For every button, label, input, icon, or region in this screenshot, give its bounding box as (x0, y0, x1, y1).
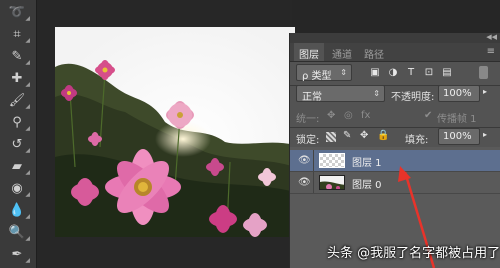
panel-tabs: 图层 通道 路径 ≡ (290, 43, 500, 62)
eyedropper-tool-icon[interactable]: ✎ ◢ (7, 46, 30, 67)
pixel-layer-filter-icon[interactable]: ▣ (369, 67, 381, 79)
layer-name[interactable]: 图层 0 (352, 176, 382, 191)
propagate-checkbox-icon: ✔ (424, 110, 433, 121)
dodge-tool-icon[interactable]: 🔍 ◢ (7, 222, 30, 243)
chevron-updown-icon: ⇕ (373, 89, 380, 98)
lock-label: 锁定: (296, 135, 320, 146)
opacity-value: 100% (443, 88, 472, 99)
opacity-dropdown-icon[interactable]: ▸ (483, 87, 487, 96)
layer-name[interactable]: 图层 1 (352, 154, 382, 169)
blur-tool-icon[interactable]: 💧 ◢ (7, 200, 30, 221)
document-canvas-image[interactable] (55, 27, 295, 237)
blend-mode-value: 正常 (302, 92, 322, 103)
layer-row-layer-1[interactable]: 👁 图层 1 (290, 150, 500, 172)
fill-input[interactable]: 100% (438, 128, 480, 145)
healing-brush-tool-icon[interactable]: ✚ ◢ (7, 68, 30, 89)
paint-bucket-tool-icon[interactable]: ◉ ◢ (7, 178, 30, 199)
fill-label: 填充: (405, 135, 429, 146)
fill-dropdown-icon[interactable]: ▸ (483, 130, 487, 139)
collapse-panel-icon[interactable]: ◀◀ (486, 33, 497, 41)
lock-image-pixels-icon[interactable]: ✎ (343, 130, 351, 141)
layers-panel: ◀◀ 图层 通道 路径 ≡ ρ 类型 ⇕ ▣ ◑ T ⊡ ▤ 正常 ⇕ 不透明度… (289, 33, 500, 268)
tab-channels[interactable]: 通道 (332, 46, 352, 61)
unify-visibility-icon: ◎ (344, 110, 353, 121)
chevron-updown-icon: ⇕ (340, 68, 347, 77)
tab-layers[interactable]: 图层 (299, 46, 319, 61)
blend-mode-select[interactable]: 正常 ⇕ (296, 85, 385, 103)
tools-panel: ➰ ◢ ⌗ ◢ ✎ ◢ ✚ ◢ 🖌 ◢ ⚲ ◢ ↺ ◢ ▰ ◢ ◉ ◢ 💧 ◢ 🔍 ◢ ✒ ◢ (0, 0, 37, 268)
panel-header-bar: ◀◀ (290, 33, 500, 43)
lock-transparent-pixels-icon[interactable] (326, 132, 336, 142)
filter-toggle-switch[interactable] (479, 66, 488, 79)
layer-thumbnail-transparent (319, 153, 345, 168)
pen-tool-icon[interactable]: ✒ ◢ (7, 244, 30, 265)
smart-object-filter-icon[interactable]: ▤ (441, 67, 453, 79)
tab-paths[interactable]: 路径 (364, 46, 384, 61)
filter-kind-value: ρ 类型 (302, 71, 332, 82)
opacity-input[interactable]: 100% (438, 85, 480, 102)
type-layer-filter-icon[interactable]: T (405, 67, 417, 79)
opacity-label: 不透明度: (391, 92, 435, 103)
brush-tool-icon[interactable]: 🖌 ◢ (7, 90, 30, 111)
eye-visibility-icon[interactable]: 👁 (298, 155, 311, 166)
filter-kind-select[interactable]: ρ 类型 ⇕ (296, 64, 352, 82)
unify-label: 统一: (296, 114, 320, 125)
unify-position-icon: ✥ (327, 110, 336, 121)
crop-tool-icon[interactable]: ⌗ ◢ (7, 24, 30, 45)
lock-position-icon[interactable]: ✥ (360, 130, 368, 141)
lasso-tool-icon[interactable]: ➰ ◢ (7, 2, 30, 23)
unify-style-icon: fx (361, 110, 371, 121)
layer-thumbnail-image (319, 175, 345, 190)
shape-layer-filter-icon[interactable]: ⊡ (423, 67, 435, 79)
eraser-tool-icon[interactable]: ▰ ◢ (7, 156, 30, 177)
panel-menu-icon[interactable]: ≡ (487, 46, 495, 57)
eye-visibility-icon[interactable]: 👁 (298, 177, 311, 188)
layer-row-layer-0[interactable]: 👁 图层 0 (290, 172, 500, 194)
lock-all-icon[interactable]: 🔒 (377, 130, 389, 141)
fill-value: 100% (443, 131, 472, 142)
watermark-text: 头条 @我服了名字都被占用了 (327, 246, 500, 261)
adjustment-layer-filter-icon[interactable]: ◑ (387, 67, 399, 79)
history-brush-tool-icon[interactable]: ↺ ◢ (7, 134, 30, 155)
clone-stamp-tool-icon[interactable]: ⚲ ◢ (7, 112, 30, 133)
propagate-frame-label: 传播帧 1 (437, 114, 477, 125)
